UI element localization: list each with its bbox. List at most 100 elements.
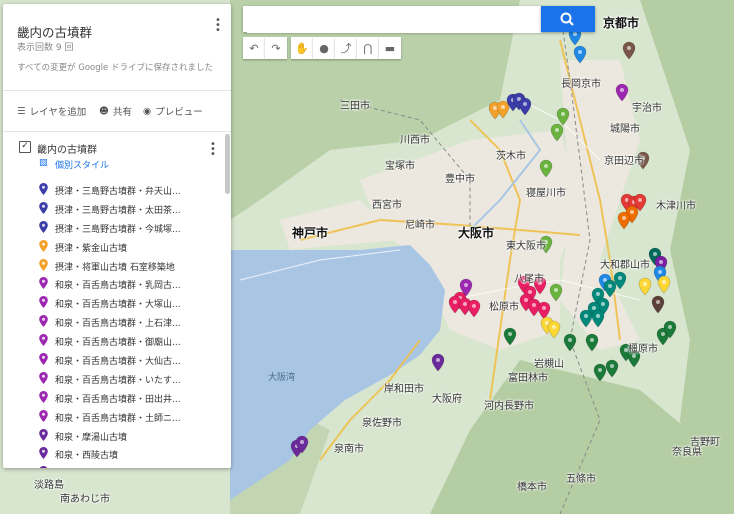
place-name: 和泉・百舌鳥古墳群・乳岡古...: [55, 281, 181, 292]
map-label: 八尾市: [514, 274, 544, 285]
search-icon: [560, 12, 574, 26]
map-label: 岩槻山: [534, 359, 564, 370]
map-label: 京都市: [603, 16, 640, 30]
map-label: 城陽市: [610, 124, 640, 135]
eye-icon: ◉: [143, 105, 152, 117]
marker-icon: [39, 239, 48, 252]
map-label: 橋本市: [517, 482, 547, 493]
place-name: 和泉・百舌鳥古墳群・大塚山...: [55, 300, 181, 311]
place-name: 摂津・三島野古墳群・弁天山...: [55, 187, 181, 197]
individual-style-label: 個別スタイル: [55, 161, 110, 171]
map-label: 富田林市: [508, 373, 548, 384]
place-list-item[interactable]: 摂津・三島野古墳群・太田茶...: [3, 199, 223, 218]
place-list-item[interactable]: 和泉・百舌鳥古墳群・土師ニ...: [3, 407, 223, 426]
map-label: 岸和田市: [384, 384, 424, 395]
marker-icon: [39, 371, 48, 384]
add-person-icon: ☻: [99, 105, 109, 117]
draw-line-icon[interactable]: ⤴: [335, 37, 357, 59]
marker-icon: [39, 428, 48, 441]
paint-roller-icon: ▧: [39, 158, 48, 168]
map-label: 大阪市: [458, 226, 495, 240]
place-list-item[interactable]: 和泉・百舌鳥古墳群・大塚山...: [3, 293, 223, 312]
map-label: 寝屋川市: [526, 188, 566, 199]
place-name: 摂津・将軍山古墳 石室移築地: [55, 262, 175, 273]
redo-icon[interactable]: ↷: [265, 37, 287, 59]
add-layer-label: レイヤを追加: [29, 107, 87, 118]
map-label: 東大阪市: [506, 241, 546, 252]
marker-icon: [39, 201, 48, 214]
place-name: 和泉・西陵古墳: [55, 451, 119, 462]
view-count: 表示回数 9 回: [17, 43, 74, 53]
panel-header: 畿内の古墳群 表示回数 9 回 すべての変更が Google ドライブに保存され…: [3, 4, 231, 91]
map-label: 五條市: [566, 474, 596, 485]
place-name: 摂津・紫金山古墳: [55, 243, 128, 254]
map-label: 木津川市: [656, 201, 696, 212]
share-label: 共有: [112, 107, 132, 118]
place-list: 摂津・三島野古墳群・弁天山... 摂津・三島野古墳群・太田茶... 摂津・三島野古墳…: [3, 180, 223, 468]
marker-icon[interactable]: ●: [313, 37, 335, 59]
place-name: 和泉・百舌鳥古墳群・御廟山...: [55, 338, 181, 349]
ruler-icon[interactable]: ▬: [379, 37, 401, 59]
place-list-item[interactable]: 摂津・三島野古墳群・弁天山...: [3, 180, 223, 199]
directions-icon[interactable]: ⋂: [357, 37, 379, 59]
add-layer-button[interactable]: ☰ レイヤを追加: [17, 104, 87, 119]
map-label: 宇治市: [632, 103, 662, 114]
map-label: 大阪府: [432, 394, 462, 405]
map-label: 河内長野市: [484, 401, 534, 412]
more-options-icon[interactable]: • • •: [215, 16, 221, 36]
individual-style-link[interactable]: ▧ 個別スタイル: [39, 158, 110, 171]
place-list-item[interactable]: 和泉・摩湯山古墳: [3, 426, 223, 445]
preview-button[interactable]: ◉ プレビュー: [143, 104, 203, 119]
place-list-item[interactable]: 和泉・淡輪ニサンザイ古墳（...: [3, 463, 223, 468]
search-input[interactable]: [247, 7, 541, 33]
map-label: 宝塚市: [385, 161, 415, 172]
panel-scrollbar[interactable]: [225, 134, 230, 194]
layer-name[interactable]: 畿内の古墳群: [37, 141, 97, 156]
place-list-item[interactable]: 和泉・西陵古墳: [3, 444, 223, 463]
place-list-item[interactable]: 摂津・紫金山古墳: [3, 237, 223, 256]
place-list-item[interactable]: 和泉・百舌鳥古墳群・いたす...: [3, 369, 223, 388]
search-button[interactable]: [541, 6, 595, 32]
map-label: 川西市: [400, 135, 430, 146]
layer-options-icon[interactable]: • • •: [210, 140, 216, 160]
marker-icon: [39, 390, 48, 403]
place-list-item[interactable]: 和泉・百舌鳥古墳群・御廟山...: [3, 331, 223, 350]
marker-icon: [40, 466, 47, 468]
marker-icon: [39, 220, 48, 233]
place-list-item[interactable]: 和泉・百舌鳥古墳群・乳岡古...: [3, 274, 223, 293]
undo-icon[interactable]: ↶: [243, 37, 265, 59]
place-name: 摂津・三島野古墳群・太田茶...: [55, 205, 181, 216]
place-name: 和泉・百舌鳥古墳群・田出井...: [55, 394, 181, 405]
place-list-item[interactable]: 和泉・百舌鳥古墳群・田出井...: [3, 388, 223, 407]
place-list-item[interactable]: 摂津・将軍山古墳 石室移築地: [3, 256, 223, 275]
map-label: 大和郡山市: [600, 260, 650, 271]
sea-label: 大阪湾: [268, 373, 296, 383]
place-name: 和泉・百舌鳥古墳群・大仙古...: [55, 357, 181, 368]
map-label: 京田辺市: [604, 156, 644, 167]
map-label: 西宮市: [372, 200, 402, 211]
marker-icon: [39, 183, 48, 195]
map-label: 南あわじ市: [60, 494, 110, 505]
marker-icon: [39, 277, 48, 290]
map-label: 長岡京市: [561, 79, 601, 90]
marker-icon: [39, 315, 48, 328]
preview-label: プレビュー: [155, 107, 203, 118]
place-list-item[interactable]: 摂津・三島野古墳群・今城塚...: [3, 218, 223, 237]
place-name: 和泉・百舌鳥古墳群・土師ニ...: [55, 413, 181, 424]
map-label: 神戸市: [292, 226, 329, 240]
hand-icon[interactable]: ✋: [291, 37, 313, 59]
map-label: 三田市: [340, 101, 370, 112]
layer-checkbox[interactable]: ✓: [19, 141, 31, 153]
share-button[interactable]: ☻ 共有: [99, 104, 132, 119]
save-status: すべての変更が Google ドライブに保存されました: [17, 63, 213, 73]
map-label: 橿原市: [628, 344, 658, 355]
search-box[interactable]: [243, 6, 541, 33]
place-name: 和泉・百舌鳥古墳群・上石津...: [55, 319, 181, 330]
map-label: 豊中市: [445, 174, 475, 185]
map-title[interactable]: 畿内の古墳群: [17, 22, 92, 41]
map-label: 茨木市: [496, 151, 526, 162]
marker-icon: [39, 334, 48, 347]
map-label: 淡路島: [34, 480, 64, 491]
place-list-item[interactable]: 和泉・百舌鳥古墳群・大仙古...: [3, 350, 223, 369]
place-list-item[interactable]: 和泉・百舌鳥古墳群・上石津...: [3, 312, 223, 331]
